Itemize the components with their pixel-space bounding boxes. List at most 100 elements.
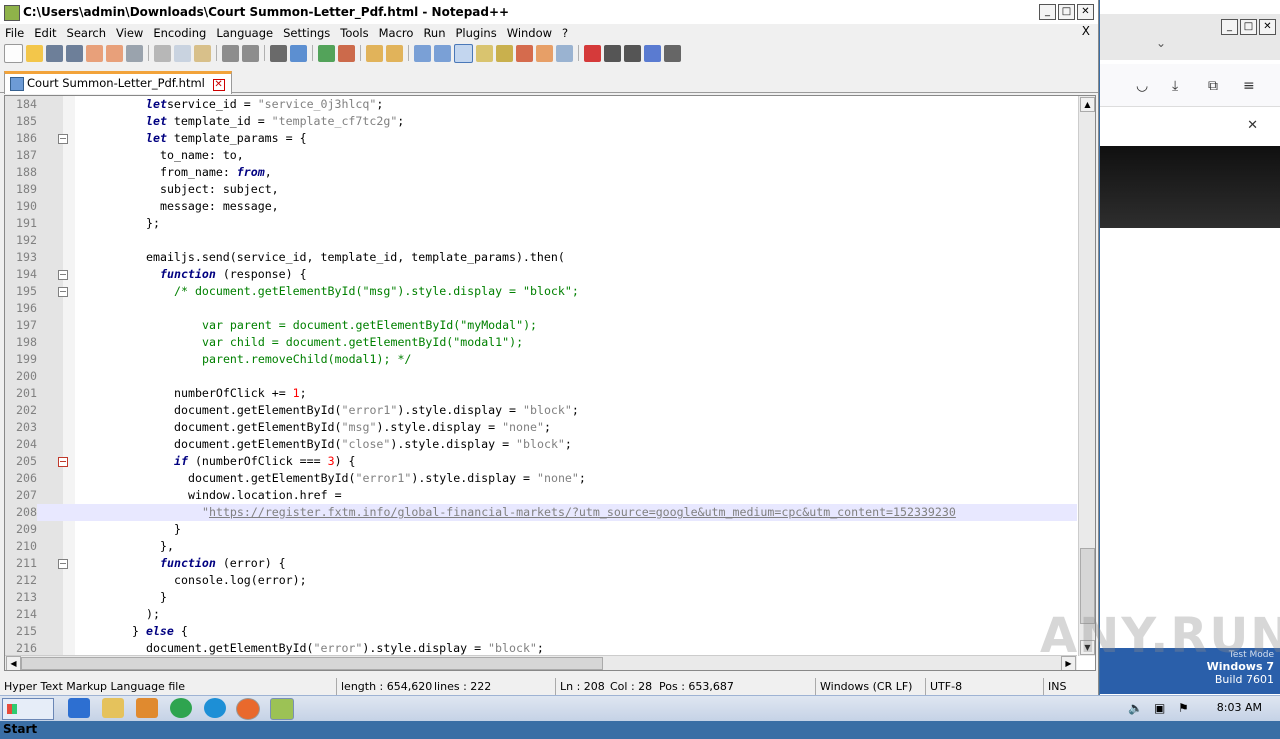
code-line[interactable]: 211 function (error) { <box>5 555 1077 572</box>
code-line[interactable]: 208 "https://register.fxtm.info/global-fi… <box>5 504 1077 521</box>
play-multiple-macro-icon[interactable] <box>644 44 661 62</box>
code-line[interactable]: 192 <box>5 232 1077 249</box>
tab-court-summon-letter[interactable]: Court Summon-Letter_Pdf.html ✕ <box>4 71 232 94</box>
copy-icon[interactable] <box>174 44 191 62</box>
menu-search[interactable]: Search <box>62 25 112 41</box>
close-file-icon[interactable] <box>86 44 103 62</box>
notepadpp-taskbar-icon[interactable] <box>270 698 294 720</box>
cut-icon[interactable] <box>154 44 171 62</box>
code-line[interactable]: 215} else { <box>5 623 1077 640</box>
extensions-icon[interactable]: ⧉ <box>1208 78 1218 94</box>
code-line[interactable]: 198 var child = document.getElementById("… <box>5 334 1077 351</box>
pocket-icon[interactable]: ◡ <box>1136 78 1148 94</box>
record-macro-icon[interactable] <box>584 44 601 62</box>
code-line[interactable]: 184 letservice_id = "service_0j3hlcq"; <box>5 96 1077 113</box>
code-line[interactable]: 207 window.location.href = <box>5 487 1077 504</box>
monitoring-icon[interactable] <box>556 44 573 62</box>
download-icon[interactable]: ⤓ <box>1172 78 1178 94</box>
menu-icon[interactable]: ≡ <box>1243 78 1255 94</box>
sync-vertical-icon[interactable] <box>366 44 383 62</box>
zoom-out-icon[interactable] <box>338 44 355 62</box>
code-lines[interactable]: 184 letservice_id = "service_0j3hlcq"; 185… <box>5 96 1077 656</box>
menu-run[interactable]: Run <box>418 25 450 41</box>
menu-language[interactable]: Language <box>211 25 278 41</box>
code-line[interactable]: 199 parent.removeChild(modal1); */ <box>5 351 1077 368</box>
close-all-icon[interactable] <box>106 44 123 62</box>
save-macro-icon[interactable] <box>664 44 681 62</box>
folder-workspace-icon[interactable] <box>536 44 553 62</box>
indent-guide-icon[interactable] <box>454 43 473 63</box>
code-line[interactable]: 195 /* document.getElementById("msg").sty… <box>5 283 1077 300</box>
code-line[interactable]: 210}, <box>5 538 1077 555</box>
user-language-icon[interactable] <box>476 44 493 62</box>
code-line[interactable]: 189 subject: subject, <box>5 181 1077 198</box>
print-icon[interactable] <box>126 44 143 62</box>
menu-settings[interactable]: Settings <box>278 25 335 41</box>
tab-close-icon[interactable]: ✕ <box>212 79 225 91</box>
explorer-icon[interactable] <box>102 698 124 718</box>
fold-toggle-icon[interactable] <box>58 457 68 467</box>
menu-tools[interactable]: Tools <box>335 25 373 41</box>
open-file-icon[interactable] <box>26 44 43 62</box>
code-line[interactable]: 216 document.getElementById("error").styl… <box>5 640 1077 656</box>
stop-macro-icon[interactable] <box>604 44 621 62</box>
paste-icon[interactable] <box>194 44 211 62</box>
code-line[interactable]: 205 if (numberOfClick === 3) { <box>5 453 1077 470</box>
menu-file[interactable]: File <box>0 25 29 41</box>
show-all-chars-icon[interactable] <box>434 44 451 62</box>
close-button[interactable]: ✕ <box>1077 4 1094 20</box>
volume-icon[interactable]: 🔈 <box>1128 701 1143 715</box>
find-icon[interactable] <box>270 44 287 62</box>
code-line[interactable]: 196 <box>5 300 1077 317</box>
menu-macro[interactable]: Macro <box>374 25 419 41</box>
code-line[interactable]: 194 function (response) { <box>5 266 1077 283</box>
code-line[interactable]: 204 document.getElementById("close").styl… <box>5 436 1077 453</box>
code-line[interactable]: 187 to_name: to, <box>5 147 1077 164</box>
network-icon[interactable]: ▣ <box>1154 701 1165 715</box>
code-line[interactable]: 197 var parent = document.getElementById(… <box>5 317 1077 334</box>
browser-minimize-button[interactable]: _ <box>1221 19 1238 35</box>
ie-icon[interactable] <box>68 698 90 718</box>
browser-close-button[interactable]: ✕ <box>1259 19 1276 35</box>
code-line[interactable]: 186 let template_params = { <box>5 130 1077 147</box>
new-file-icon[interactable] <box>4 43 23 63</box>
action-center-flag-icon[interactable]: ⚑ <box>1178 701 1189 715</box>
code-line[interactable]: 213} <box>5 589 1077 606</box>
code-line[interactable]: 201 numberOfClick += 1; <box>5 385 1077 402</box>
menu-encoding[interactable]: Encoding <box>148 25 211 41</box>
function-list-icon[interactable] <box>516 44 533 62</box>
browser-maximize-button[interactable]: □ <box>1240 19 1257 35</box>
sync-horizontal-icon[interactable] <box>386 44 403 62</box>
code-line[interactable]: 203 document.getElementById("msg").style.… <box>5 419 1077 436</box>
doc-map-icon[interactable] <box>496 44 513 62</box>
code-line[interactable]: 206 document.getElementById("error1").sty… <box>5 470 1077 487</box>
menu-edit[interactable]: Edit <box>29 25 61 41</box>
undo-icon[interactable] <box>222 44 239 62</box>
word-wrap-icon[interactable] <box>414 44 431 62</box>
start-button[interactable]: Start <box>2 698 54 736</box>
code-line[interactable]: 191}; <box>5 215 1077 232</box>
menu-window[interactable]: Window <box>502 25 557 41</box>
media-player-icon[interactable] <box>136 698 158 718</box>
redo-icon[interactable] <box>242 44 259 62</box>
menu-help[interactable]: ? <box>557 25 573 41</box>
minimize-button[interactable]: _ <box>1039 4 1056 20</box>
zoom-in-icon[interactable] <box>318 44 335 62</box>
status-encoding[interactable]: UTF-8 <box>925 678 962 695</box>
fold-toggle-icon[interactable] <box>58 559 68 569</box>
fold-toggle-icon[interactable] <box>58 287 68 297</box>
code-line[interactable]: 209} <box>5 521 1077 538</box>
save-icon[interactable] <box>46 44 63 62</box>
notification-close-icon[interactable]: ✕ <box>1247 118 1258 133</box>
code-line[interactable]: 193 emailjs.send(service_id, template_id,… <box>5 249 1077 266</box>
horizontal-scroll-thumb[interactable] <box>21 657 603 670</box>
scroll-up-arrow[interactable]: ▲ <box>1080 97 1095 112</box>
menu-view[interactable]: View <box>111 25 148 41</box>
code-line[interactable]: 212 console.log(error); <box>5 572 1077 589</box>
maximize-button[interactable]: □ <box>1058 4 1075 20</box>
clock[interactable]: 8:03 AM <box>1217 701 1262 714</box>
code-line[interactable]: 188 from_name: from, <box>5 164 1077 181</box>
fold-toggle-icon[interactable] <box>58 270 68 280</box>
status-insert-mode[interactable]: INS <box>1043 678 1066 695</box>
save-all-icon[interactable] <box>66 44 83 62</box>
